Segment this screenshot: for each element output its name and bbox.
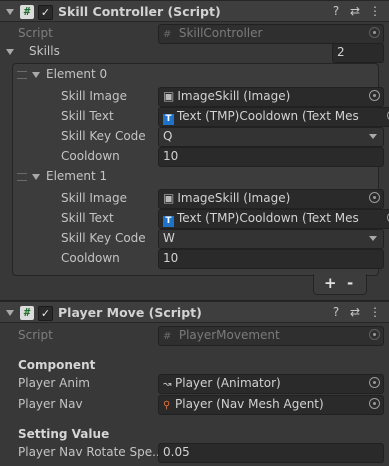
- skill-key-code-label: Skill Key Code: [61, 129, 146, 143]
- skill-image-label: Skill Image: [61, 89, 127, 103]
- preset-icon[interactable]: ⇄: [348, 305, 362, 319]
- tmp-text-icon: T: [163, 216, 174, 227]
- skill-text-label: Skill Text: [61, 211, 114, 225]
- skill-image-value: ImageSkill (Image): [177, 191, 291, 205]
- drag-handle-icon[interactable]: [17, 71, 27, 79]
- cooldown-label: Cooldown: [61, 149, 120, 163]
- cooldown-label: Cooldown: [61, 251, 120, 265]
- cooldown-input[interactable]: 10: [158, 249, 384, 269]
- player-anim-field[interactable]: ↝ Player (Animator): [158, 374, 384, 394]
- list-footer: + -: [313, 274, 367, 295]
- element-0-header: Element 0: [46, 67, 108, 81]
- object-picker-icon[interactable]: [369, 398, 380, 409]
- skill-key-code-label: Skill Key Code: [61, 231, 146, 245]
- skill-key-value: Q: [163, 129, 173, 143]
- script-field[interactable]: # PlayerMovement: [158, 326, 384, 346]
- skills-size-input[interactable]: 2: [332, 43, 384, 63]
- image-icon: ▣: [163, 191, 175, 205]
- component-title: Skill Controller (Script): [58, 4, 221, 19]
- player-move-header[interactable]: # ✓ Player Move (Script) ? ⇄ ⋮: [0, 301, 389, 323]
- nav-mesh-agent-icon: ⚲: [163, 400, 171, 411]
- skill-text-label: Skill Text: [61, 109, 114, 123]
- object-picker-icon[interactable]: [369, 27, 380, 38]
- tmp-text-icon: T: [163, 114, 174, 125]
- skill-image-label: Skill Image: [61, 191, 127, 205]
- player-nav-label: Player Nav: [18, 397, 83, 411]
- skill-controller-header[interactable]: # ✓ Skill Controller (Script) ? ⇄ ⋮: [0, 0, 389, 22]
- skills-label: Skills: [29, 44, 60, 58]
- skill-image-field[interactable]: ▣ ImageSkill (Image): [158, 87, 384, 107]
- add-element-button[interactable]: +: [324, 274, 337, 292]
- collapse-arrow-icon[interactable]: [6, 9, 14, 15]
- more-options-icon[interactable]: ⋮: [368, 4, 382, 18]
- drag-handle-icon[interactable]: [17, 173, 27, 181]
- object-picker-icon[interactable]: [369, 329, 380, 340]
- player-anim-value: Player (Animator): [175, 376, 281, 390]
- object-picker-icon[interactable]: [369, 192, 380, 203]
- help-icon[interactable]: ?: [329, 305, 343, 319]
- setting-value-section-header: Setting Value: [18, 427, 110, 441]
- animator-icon: ↝: [163, 379, 172, 390]
- skill-image-field[interactable]: ▣ ImageSkill (Image): [158, 189, 384, 209]
- script-value: SkillController: [178, 26, 263, 40]
- enabled-checkbox[interactable]: ✓: [38, 306, 53, 321]
- rotate-speed-label: Player Nav Rotate Spe...: [18, 445, 164, 459]
- skills-foldout-icon[interactable]: [6, 49, 14, 55]
- help-icon[interactable]: ?: [329, 4, 343, 18]
- script-label: Script: [18, 328, 53, 342]
- object-picker-icon[interactable]: [369, 90, 380, 101]
- collapse-arrow-icon[interactable]: [6, 310, 14, 316]
- skill-key-value: W: [163, 231, 175, 245]
- script-icon: #: [20, 306, 34, 320]
- component-section-header: Component: [18, 358, 96, 372]
- skill-text-field[interactable]: T Text (TMP)Cooldown (Text Mes: [158, 107, 389, 127]
- skill-key-code-dropdown[interactable]: W: [158, 229, 384, 249]
- rotate-speed-input[interactable]: 0.05: [158, 443, 384, 463]
- script-file-icon: #: [163, 29, 172, 40]
- preset-icon[interactable]: ⇄: [348, 4, 362, 18]
- more-options-icon[interactable]: ⋮: [368, 305, 382, 319]
- player-nav-value: Player (Nav Mesh Agent): [175, 397, 324, 411]
- script-value: PlayerMovement: [178, 328, 280, 342]
- skill-text-value: Text (TMP)Cooldown (Text Mes: [177, 109, 359, 123]
- remove-element-button[interactable]: -: [347, 274, 353, 292]
- enabled-checkbox[interactable]: ✓: [38, 5, 53, 20]
- skill-text-value: Text (TMP)Cooldown (Text Mes: [177, 211, 359, 225]
- skill-key-code-dropdown[interactable]: Q: [158, 127, 384, 147]
- script-label: Script: [18, 26, 53, 40]
- element-1-header: Element 1: [46, 169, 108, 183]
- object-picker-icon[interactable]: [369, 377, 380, 388]
- component-title: Player Move (Script): [58, 305, 202, 320]
- element-foldout-icon[interactable]: [32, 72, 40, 78]
- image-icon: ▣: [163, 89, 175, 103]
- player-anim-label: Player Anim: [18, 376, 90, 390]
- script-icon: #: [20, 5, 34, 19]
- skill-image-value: ImageSkill (Image): [177, 89, 291, 103]
- script-file-icon: #: [163, 331, 172, 342]
- script-field[interactable]: # SkillController: [158, 24, 384, 44]
- cooldown-input[interactable]: 10: [158, 147, 384, 167]
- element-foldout-icon[interactable]: [32, 174, 40, 180]
- skill-text-field[interactable]: T Text (TMP)Cooldown (Text Mes: [158, 209, 389, 229]
- chevron-down-icon: [369, 134, 377, 139]
- player-nav-field[interactable]: ⚲ Player (Nav Mesh Agent): [158, 395, 384, 415]
- chevron-down-icon: [369, 236, 377, 241]
